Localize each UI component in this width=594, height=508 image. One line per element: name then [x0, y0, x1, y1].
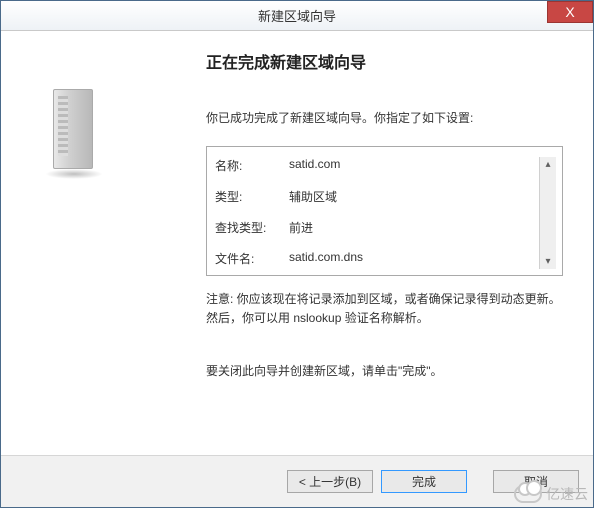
- wizard-window: 新建区域向导 X 正在完成新建区域向导 你已成功完成了新建区域向导。你指定了如下…: [0, 0, 594, 508]
- summary-label: 类型:: [215, 188, 289, 205]
- finish-button[interactable]: 完成: [381, 470, 467, 493]
- footer: < 上一步(B) 完成 取消: [1, 455, 593, 507]
- back-button[interactable]: < 上一步(B): [287, 470, 373, 493]
- page-heading: 正在完成新建区域向导: [206, 49, 563, 73]
- summary-label: 文件名:: [215, 250, 289, 267]
- close-button[interactable]: X: [547, 1, 593, 23]
- server-icon: [45, 89, 103, 179]
- close-icon: X: [565, 4, 574, 20]
- summary-value: satid.com: [289, 157, 539, 174]
- titlebar: 新建区域向导 X: [1, 1, 593, 31]
- summary-label: 查找类型:: [215, 219, 289, 236]
- scroll-up-icon[interactable]: ▴: [541, 157, 556, 172]
- left-pane: [1, 31, 146, 455]
- summary-row-type: 类型: 辅助区域: [215, 188, 539, 205]
- window-title: 新建区域向导: [1, 6, 593, 25]
- summary-value: 辅助区域: [289, 188, 539, 205]
- summary-label: 名称:: [215, 157, 289, 174]
- summary-row-lookup: 查找类型: 前进: [215, 219, 539, 236]
- note-text: 注意: 你应该现在将记录添加到区域，或者确保记录得到动态更新。然后，你可以用 n…: [206, 290, 563, 328]
- scrollbar[interactable]: ▴ ▾: [539, 157, 556, 269]
- intro-text: 你已成功完成了新建区域向导。你指定了如下设置:: [206, 109, 563, 126]
- scroll-down-icon[interactable]: ▾: [541, 254, 556, 269]
- settings-summary-box: 名称: satid.com 类型: 辅助区域 查找类型: 前进 文件名: sat…: [206, 146, 563, 276]
- closing-text: 要关闭此向导并创建新区域，请单击"完成"。: [206, 362, 563, 379]
- summary-value: 前进: [289, 219, 539, 236]
- summary-row-filename: 文件名: satid.com.dns: [215, 250, 539, 267]
- summary-value: satid.com.dns: [289, 250, 539, 267]
- content-area: 正在完成新建区域向导 你已成功完成了新建区域向导。你指定了如下设置: 名称: s…: [1, 31, 593, 455]
- summary-row-name: 名称: satid.com: [215, 157, 539, 174]
- settings-rows: 名称: satid.com 类型: 辅助区域 查找类型: 前进 文件名: sat…: [215, 157, 539, 269]
- right-pane: 正在完成新建区域向导 你已成功完成了新建区域向导。你指定了如下设置: 名称: s…: [146, 31, 593, 455]
- cancel-button[interactable]: 取消: [493, 470, 579, 493]
